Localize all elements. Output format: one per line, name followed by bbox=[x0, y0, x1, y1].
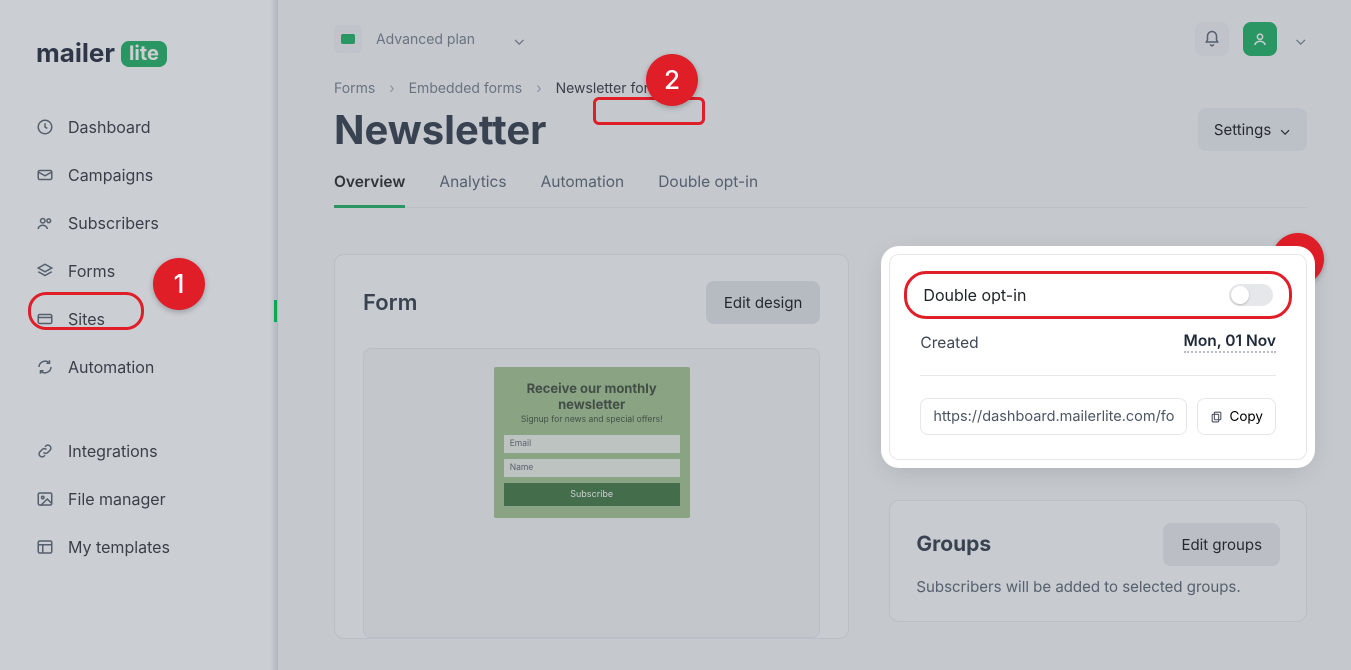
created-label: Created bbox=[920, 333, 1183, 352]
groups-desc: Subscribers will be added to selected gr… bbox=[916, 576, 1280, 599]
groups-panel: Groups Edit groups Subscribers will be a… bbox=[889, 500, 1307, 622]
tab-overview[interactable]: Overview bbox=[334, 164, 405, 208]
users-icon bbox=[36, 214, 54, 232]
clock-icon bbox=[36, 118, 54, 136]
refresh-icon bbox=[36, 358, 54, 376]
sidebar-item-filemanager[interactable]: File manager bbox=[18, 475, 259, 523]
sidebar-nav: Dashboard Campaigns Subscribers Forms Si… bbox=[0, 103, 277, 571]
preview-email-field: Email bbox=[504, 435, 680, 453]
account-avatar[interactable] bbox=[1243, 22, 1277, 56]
sidebar-item-subscribers[interactable]: Subscribers bbox=[18, 199, 259, 247]
sidebar: mailerlite Dashboard Campaigns Subscribe… bbox=[0, 0, 278, 670]
optin-highlight-ring: Double opt-in bbox=[904, 271, 1292, 319]
tab-automation[interactable]: Automation bbox=[541, 164, 625, 207]
notifications-button[interactable] bbox=[1195, 22, 1229, 56]
form-preview-inner: Receive our monthlynewsletter Signup for… bbox=[494, 367, 690, 518]
plan-chip-icon bbox=[334, 25, 362, 53]
chevron-down-icon[interactable]: ⌄ bbox=[513, 29, 526, 49]
created-value: Mon, 01 Nov bbox=[1184, 331, 1276, 353]
brand-part1: mailer bbox=[36, 38, 115, 69]
credit-card-icon bbox=[36, 310, 54, 328]
sidebar-item-label: My templates bbox=[68, 537, 170, 557]
sidebar-item-sites[interactable]: Sites bbox=[18, 295, 259, 343]
link-icon bbox=[36, 442, 54, 460]
brand-part2: lite bbox=[121, 41, 167, 67]
preview-name-field: Name bbox=[504, 459, 680, 477]
preview-headline2: newsletter bbox=[558, 397, 625, 413]
chevron-right-icon: › bbox=[536, 80, 541, 97]
sidebar-active-indicator bbox=[274, 300, 277, 322]
layers-icon bbox=[36, 262, 54, 280]
right-column: Double opt-in Created Mon, 01 Nov https:… bbox=[889, 254, 1307, 622]
callout-1: 1 bbox=[153, 258, 205, 310]
optin-label: Double opt-in bbox=[923, 285, 1217, 305]
breadcrumb-forms[interactable]: Forms bbox=[334, 80, 375, 97]
template-icon bbox=[36, 538, 54, 556]
bell-icon bbox=[1203, 30, 1221, 48]
title-row: Newsletter Settings ⌄ bbox=[334, 105, 1307, 154]
plan-label: Advanced plan bbox=[376, 31, 475, 48]
sidebar-item-integrations[interactable]: Integrations bbox=[18, 427, 259, 475]
sidebar-item-campaigns[interactable]: Campaigns bbox=[18, 151, 259, 199]
groups-title: Groups bbox=[916, 532, 1163, 557]
page-title: Newsletter bbox=[334, 105, 1180, 154]
chevron-right-icon: › bbox=[389, 80, 394, 97]
breadcrumbs: Forms › Embedded forms › Newsletter form bbox=[334, 80, 1307, 97]
chevron-down-icon[interactable]: ⌄ bbox=[1295, 29, 1308, 49]
form-preview: Receive our monthlynewsletter Signup for… bbox=[363, 348, 820, 638]
sidebar-item-automation[interactable]: Automation bbox=[18, 343, 259, 391]
sidebar-item-label: Automation bbox=[68, 357, 154, 377]
sidebar-item-label: Integrations bbox=[68, 441, 158, 461]
sidebar-item-label: Subscribers bbox=[68, 213, 159, 233]
breadcrumb-embedded[interactable]: Embedded forms bbox=[409, 80, 523, 97]
sidebar-item-label: Forms bbox=[68, 261, 115, 281]
clipboard-icon bbox=[1210, 410, 1223, 423]
image-icon bbox=[36, 490, 54, 508]
info-panel: Double opt-in Created Mon, 01 Nov https:… bbox=[889, 254, 1307, 460]
main-area: Advanced plan ⌄ ⌄ Forms › Embedded forms… bbox=[278, 0, 1351, 670]
tabs: Overview Analytics Automation Double opt… bbox=[334, 164, 1307, 208]
preview-subscribe-button: Subscribe bbox=[504, 483, 680, 506]
chevron-down-icon: ⌄ bbox=[1279, 120, 1291, 139]
form-card-title: Form bbox=[363, 290, 706, 316]
preview-headline1: Receive our monthly bbox=[527, 381, 657, 397]
settings-button[interactable]: Settings ⌄ bbox=[1198, 108, 1307, 151]
content-row: Form Edit design Receive our monthlynews… bbox=[334, 254, 1307, 639]
form-card: Form Edit design Receive our monthlynews… bbox=[334, 254, 849, 639]
settings-button-label: Settings bbox=[1214, 120, 1271, 139]
sidebar-item-dashboard[interactable]: Dashboard bbox=[18, 103, 259, 151]
sidebar-item-label: File manager bbox=[68, 489, 166, 509]
envelope-icon bbox=[36, 166, 54, 184]
sidebar-item-forms[interactable]: Forms bbox=[18, 247, 259, 295]
callout-2: 2 bbox=[646, 54, 698, 106]
tab-analytics[interactable]: Analytics bbox=[439, 164, 506, 207]
copy-button-label: Copy bbox=[1229, 409, 1263, 425]
copy-button[interactable]: Copy bbox=[1197, 398, 1276, 435]
sidebar-item-label: Dashboard bbox=[68, 117, 151, 137]
edit-groups-button[interactable]: Edit groups bbox=[1163, 523, 1280, 566]
sidebar-item-templates[interactable]: My templates bbox=[18, 523, 259, 571]
optin-toggle[interactable] bbox=[1229, 284, 1273, 306]
brand-logo: mailerlite bbox=[0, 0, 277, 103]
user-icon bbox=[1251, 30, 1269, 48]
edit-design-button[interactable]: Edit design bbox=[706, 281, 821, 324]
sidebar-item-label: Campaigns bbox=[68, 165, 153, 185]
tab-double-optin[interactable]: Double opt-in bbox=[658, 164, 758, 207]
topbar: Advanced plan ⌄ ⌄ bbox=[334, 22, 1307, 56]
share-url-field[interactable]: https://dashboard.mailerlite.com/fo bbox=[920, 398, 1187, 435]
sidebar-item-label: Sites bbox=[68, 309, 105, 329]
preview-subtext: Signup for news and special offers! bbox=[504, 415, 680, 425]
